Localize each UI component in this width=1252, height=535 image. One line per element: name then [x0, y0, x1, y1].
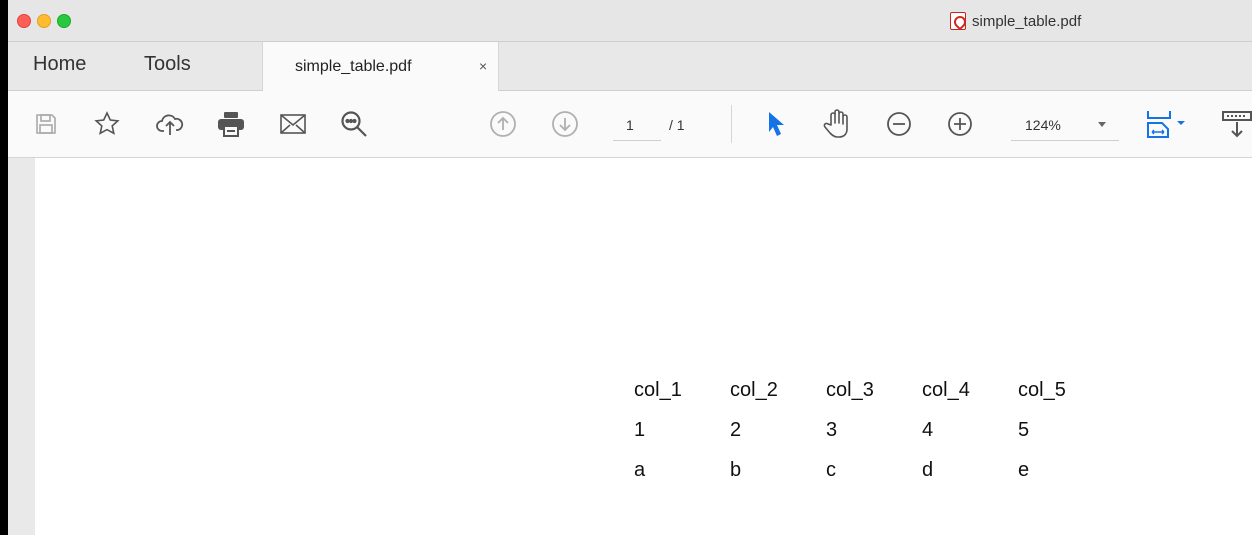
table-row: a b c d e [634, 459, 1114, 499]
title-bar: simple_table.pdf [8, 0, 1252, 42]
table-header-row: col_1 col_2 col_3 col_4 col_5 [634, 379, 1114, 419]
scroll-icon[interactable] [1220, 107, 1252, 141]
close-window-button[interactable] [17, 14, 31, 28]
select-arrow-icon[interactable] [759, 107, 793, 141]
document-viewer[interactable]: col_1 col_2 col_3 col_4 col_5 1 2 3 4 5 … [8, 158, 1252, 535]
table-cell: 3 [826, 419, 838, 441]
zoom-out-icon[interactable] [882, 107, 916, 141]
table-header-cell: col_4 [922, 379, 970, 401]
window-title: simple_table.pdf [950, 11, 1081, 31]
pdf-file-icon [950, 12, 966, 30]
print-icon[interactable] [214, 107, 248, 141]
page-number-input[interactable]: 1 [613, 107, 661, 141]
page-up-icon[interactable] [486, 107, 520, 141]
tab-document[interactable]: simple_table.pdf × [262, 42, 499, 91]
star-icon[interactable] [90, 107, 124, 141]
window-edge [0, 0, 8, 535]
table-header-cell: col_1 [634, 379, 682, 401]
table-cell: 2 [730, 419, 742, 441]
chevron-down-icon [1098, 122, 1106, 127]
table-cell: a [634, 459, 646, 481]
table-cell: 1 [634, 419, 646, 441]
table-cell: b [730, 459, 742, 481]
tab-close-button[interactable]: × [479, 58, 487, 74]
table-header-cell: col_5 [1018, 379, 1066, 401]
window-title-text: simple_table.pdf [972, 12, 1082, 30]
acrobat-window: simple_table.pdf Home Tools simple_table… [0, 0, 1252, 535]
toolbar: 1 / 1 124% [8, 91, 1252, 158]
table-row: 1 2 3 4 5 [634, 419, 1114, 459]
table-header-cell: col_3 [826, 379, 874, 401]
cloud-upload-icon[interactable] [153, 107, 187, 141]
zoom-in-icon[interactable] [943, 107, 977, 141]
page-fit-icon[interactable] [1143, 107, 1193, 141]
hand-icon[interactable] [820, 107, 854, 141]
search-icon[interactable] [337, 107, 371, 141]
tab-row: Home Tools simple_table.pdf × [8, 42, 1252, 91]
email-icon[interactable] [276, 107, 310, 141]
page-down-icon[interactable] [548, 107, 582, 141]
table-header-cell: col_2 [730, 379, 778, 401]
table-cell: 4 [922, 419, 934, 441]
page-total: / 1 [669, 117, 685, 133]
zoom-value: 124% [1025, 117, 1061, 133]
save-icon[interactable] [29, 107, 63, 141]
table-cell: 5 [1018, 419, 1030, 441]
table-cell: e [1018, 459, 1030, 481]
toolbar-divider [731, 105, 732, 143]
pdf-table: col_1 col_2 col_3 col_4 col_5 1 2 3 4 5 … [634, 379, 1114, 499]
tab-document-label: simple_table.pdf [295, 58, 412, 75]
zoom-select[interactable]: 124% [1011, 107, 1119, 141]
table-cell: c [826, 459, 836, 481]
table-cell: d [922, 459, 934, 481]
page-gutter [8, 158, 35, 535]
nav-home[interactable]: Home [33, 53, 86, 76]
minimize-window-button[interactable] [37, 14, 51, 28]
maximize-window-button[interactable] [57, 14, 71, 28]
nav-tools[interactable]: Tools [144, 53, 191, 76]
